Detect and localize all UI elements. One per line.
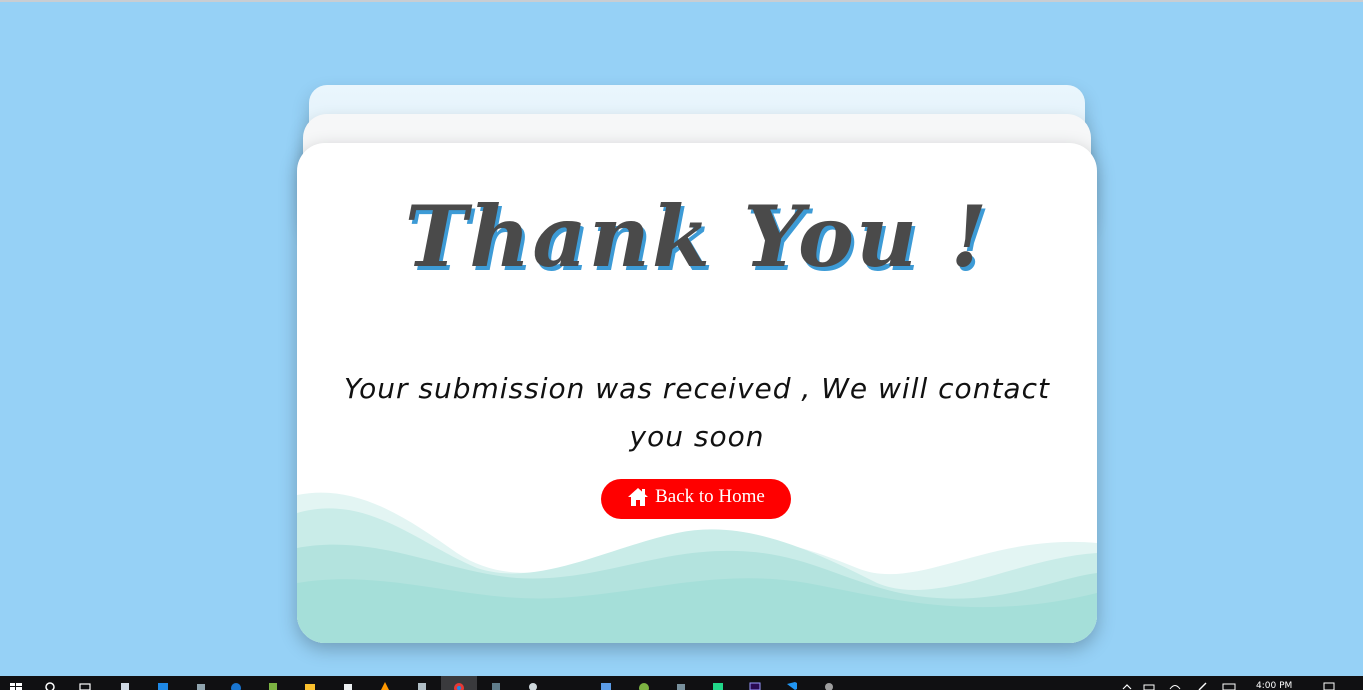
vscode-icon[interactable]: [785, 681, 799, 690]
wifi-icon[interactable]: [1168, 681, 1182, 690]
app-icon[interactable]: [489, 681, 503, 690]
back-to-home-label: Back to Home: [655, 486, 765, 507]
home-icon: [627, 487, 649, 507]
app-icon[interactable]: [674, 681, 688, 690]
notifications-icon[interactable]: [1322, 681, 1336, 690]
file-explorer-icon[interactable]: [303, 681, 317, 690]
windows-taskbar: 4:00 PM: [0, 676, 1363, 690]
pycharm-icon[interactable]: [711, 681, 725, 690]
search-icon[interactable]: [44, 681, 58, 690]
chevron-up-icon[interactable]: [1120, 681, 1134, 690]
app-icon[interactable]: [378, 681, 392, 690]
app-icon[interactable]: [822, 681, 836, 690]
pen-icon[interactable]: [1196, 681, 1210, 690]
task-view-icon[interactable]: [78, 681, 92, 690]
keyboard-icon[interactable]: [1222, 681, 1236, 690]
app-icon[interactable]: [266, 681, 280, 690]
android-studio-icon[interactable]: [637, 681, 651, 690]
app-icon[interactable]: [156, 681, 170, 690]
back-to-home-button[interactable]: Back to Home: [601, 479, 791, 519]
start-icon[interactable]: [9, 681, 23, 690]
edge-icon[interactable]: [229, 681, 243, 690]
thank-you-card: Thank You ! Your submission was received…: [297, 143, 1097, 643]
premiere-icon[interactable]: [748, 681, 762, 690]
app-icon[interactable]: [194, 681, 208, 690]
taskbar-clock[interactable]: 4:00 PM: [1256, 681, 1292, 690]
network-icon[interactable]: [1142, 681, 1156, 690]
submission-message: Your submission was received , We will c…: [344, 372, 1050, 453]
app-icon[interactable]: [526, 681, 540, 690]
chrome-icon[interactable]: [452, 681, 466, 690]
browser-top-border: [0, 0, 1363, 2]
app-icon[interactable]: [415, 681, 429, 690]
thank-you-title: Thank You !: [404, 187, 990, 286]
notepad-icon[interactable]: [118, 681, 132, 690]
app-icon[interactable]: [599, 681, 613, 690]
store-icon[interactable]: [341, 681, 355, 690]
